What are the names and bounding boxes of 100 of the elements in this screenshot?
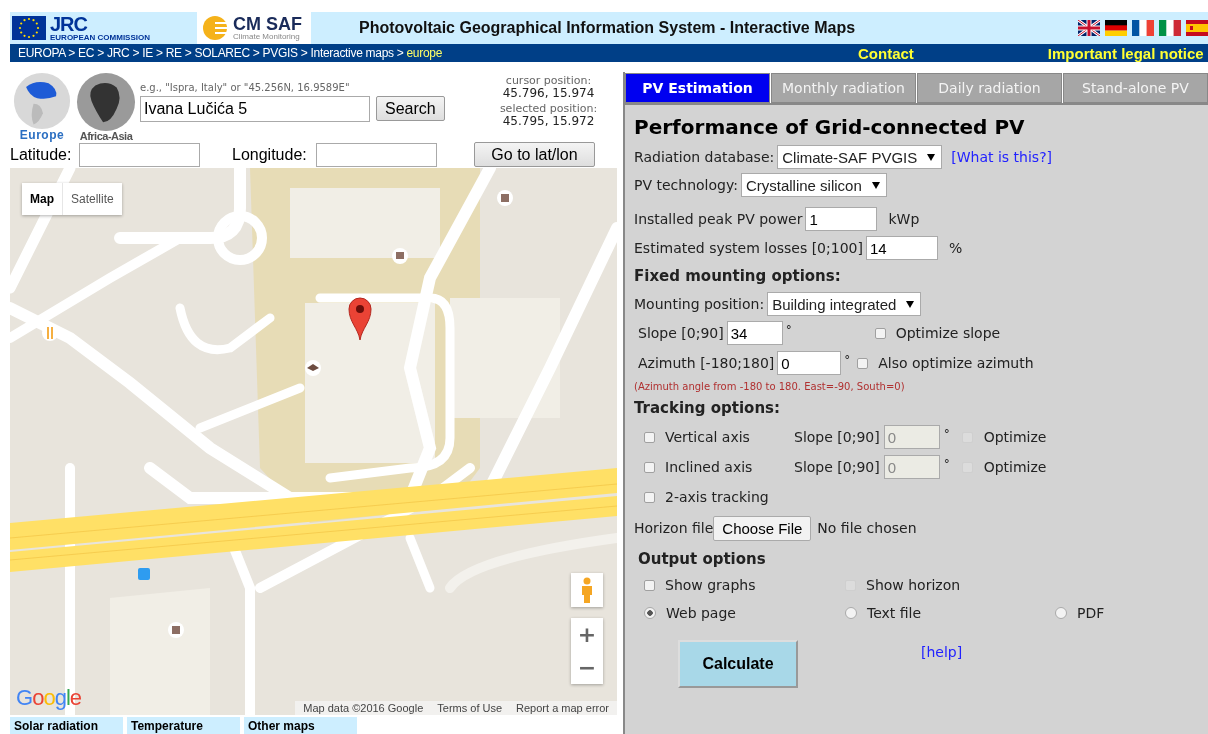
spanish-flag-icon[interactable] <box>1186 20 1208 36</box>
caret-icon <box>871 181 880 189</box>
map-type-button[interactable]: Satellite <box>63 183 122 215</box>
french-flag-icon[interactable] <box>1132 20 1154 36</box>
checkbox[interactable] <box>644 491 655 503</box>
section-heading: Fixed mounting options: <box>634 267 841 285</box>
search-hint: e.g., "Ispra, Italy" or "45.256N, 16.9589E" <box>140 82 351 93</box>
breadcrumb-current: europe <box>406 46 443 60</box>
map-attribution: Map data ©2016 Google <box>303 702 424 714</box>
field-label: Slope [0;90] <box>638 325 724 341</box>
position-label: cursor position: <box>504 74 593 87</box>
input-field[interactable]: 0 <box>777 351 842 375</box>
street-view-button[interactable] <box>571 573 603 607</box>
zoom-button[interactable]: − <box>571 651 603 684</box>
unit-label: % <box>948 240 963 256</box>
checkbox-label: Vertical axis <box>665 429 750 445</box>
dropdown[interactable]: Crystalline silicon <box>740 173 887 197</box>
italian-flag-icon[interactable] <box>1159 20 1181 36</box>
radio-label: Text file <box>867 605 922 621</box>
position-value: 45.796, 15.974 <box>501 87 596 100</box>
section-heading: Tracking options: <box>634 399 780 417</box>
radio-label: PDF <box>1077 605 1105 621</box>
site-title: Photovoltaic Geographical Information System - Interactive Maps <box>359 19 857 37</box>
file-status: No file chosen <box>817 520 917 536</box>
unit-label: ° <box>785 323 792 337</box>
globe-icon <box>75 72 137 132</box>
breadcrumb-path[interactable]: EUROPA > EC > JRC > IE > RE > SOLAREC > PVGIS > Interactive maps > <box>18 46 404 60</box>
zoom-button[interactable]: + <box>571 618 603 651</box>
dropdown[interactable]: Climate-SAF PVGIS <box>777 145 943 169</box>
header-link[interactable]: Contact <box>858 44 914 62</box>
radio-button[interactable] <box>644 607 656 619</box>
checkbox-label: Show graphs <box>665 577 756 593</box>
checkbox-label: Show horizon <box>866 577 961 593</box>
radio-label: Web page <box>666 605 736 621</box>
region-link[interactable]: Europe <box>19 128 65 142</box>
field-label: Mounting position: <box>634 296 765 312</box>
input-field[interactable]: 14 <box>865 236 938 260</box>
logo-subtext: Climate Monitoring <box>233 33 301 41</box>
hint-text: (Azimuth angle from -180 to 180. East=-90, South=0) <box>634 380 905 392</box>
tab[interactable]: PV Estimation <box>625 73 770 103</box>
checkbox-label: Also optimize azimuth <box>878 355 1034 371</box>
field-label: Radiation database: <box>634 149 775 165</box>
map-type-button[interactable]: Map <box>22 183 63 215</box>
logo-text: JRC <box>50 14 88 34</box>
longitude-label: Longitude: <box>232 145 308 164</box>
field-label: Installed peak PV power <box>634 211 803 227</box>
help-link[interactable]: [help] <box>921 644 963 660</box>
checkbox[interactable] <box>857 357 869 369</box>
info-link[interactable]: [What is this?] <box>951 149 1053 165</box>
map-layer-tab[interactable]: Solar radiation <box>10 717 123 734</box>
input-field[interactable]: 1 <box>805 207 878 231</box>
field-label: PV technology: <box>634 177 738 193</box>
checkbox-label: Optimize <box>983 459 1047 475</box>
panel-title: Performance of Grid-connected PV <box>634 115 1026 139</box>
section-heading: Output options <box>638 550 766 568</box>
checkbox-label: Optimize slope <box>895 325 1001 341</box>
region-link[interactable]: Africa-Asia <box>79 130 133 142</box>
unit-label: ° <box>943 457 950 471</box>
person-icon <box>579 577 595 603</box>
german-flag-icon[interactable] <box>1105 20 1127 36</box>
checkbox-label: Optimize <box>983 429 1047 445</box>
union-jack-flag-icon[interactable] <box>1078 20 1100 36</box>
input-field[interactable]: 34 <box>726 321 783 345</box>
field-label: Horizon file <box>634 520 714 536</box>
map-layer-tab[interactable]: Other maps <box>244 717 357 734</box>
field-label: Azimuth [-180;180] <box>638 355 775 371</box>
dropdown[interactable]: Building integrated <box>767 292 922 316</box>
eu-flag-icon <box>12 16 46 40</box>
logo-text: CM SAF <box>233 15 302 33</box>
position-label: selected position: <box>498 102 599 115</box>
unit-label: ° <box>844 353 851 367</box>
position-value: 45.795, 15.972 <box>501 115 596 128</box>
choose-file-button[interactable]: Choose File <box>713 515 812 541</box>
field-label: Estimated system losses [0;100] <box>634 240 863 256</box>
radio-button[interactable] <box>845 607 857 619</box>
longitude-field[interactable] <box>316 142 437 167</box>
latitude-field[interactable] <box>79 142 200 167</box>
checkbox[interactable] <box>874 327 886 339</box>
google-logo: Google <box>16 685 81 711</box>
header-link[interactable]: Important legal notice <box>1047 44 1204 62</box>
go-to-button[interactable]: Go to lat/lon <box>474 142 595 167</box>
field-label: Slope [0;90] <box>794 459 880 475</box>
map-pin-icon <box>348 296 372 342</box>
map-link[interactable]: Terms of Use <box>437 702 503 714</box>
checkbox[interactable] <box>644 579 655 591</box>
unit-label: kWp <box>888 211 920 227</box>
unit-label: ° <box>943 427 950 441</box>
map-layer-tab[interactable]: Temperature <box>127 717 240 734</box>
globe-icon <box>11 72 73 130</box>
search-field[interactable]: Ivana Lučića 5 <box>140 96 370 122</box>
field-label: Slope [0;90] <box>794 429 880 445</box>
caret-icon <box>906 300 915 308</box>
search-button[interactable]: Search <box>376 96 445 121</box>
checkbox-label: Inclined axis <box>665 459 753 475</box>
latitude-label: Latitude: <box>10 145 73 164</box>
logo-subtext: EUROPEAN COMMISSION <box>50 34 150 42</box>
calculate-button[interactable]: Calculate <box>678 640 798 688</box>
radio-button[interactable] <box>1055 607 1067 619</box>
caret-icon <box>927 153 936 161</box>
map-link[interactable]: Report a map error <box>516 702 609 714</box>
